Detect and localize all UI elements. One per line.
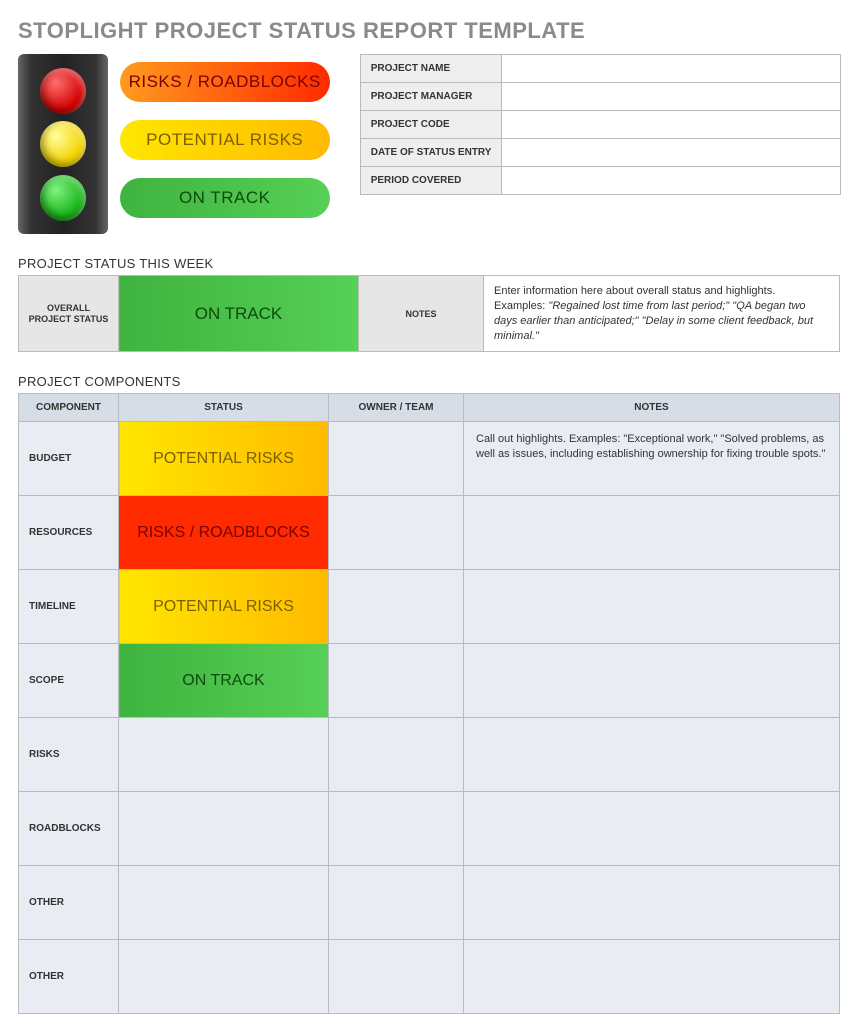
- stoplight-green-light: [40, 175, 86, 221]
- stoplight-icon: [18, 54, 108, 234]
- component-status[interactable]: [119, 940, 329, 1014]
- component-owner[interactable]: [329, 644, 464, 718]
- components-table: COMPONENT STATUS OWNER / TEAM NOTES BUDG…: [18, 393, 840, 1014]
- component-name: SCOPE: [19, 644, 119, 718]
- component-owner[interactable]: [329, 792, 464, 866]
- section-title-components: PROJECT COMPONENTS: [18, 374, 841, 389]
- notes-label: NOTES: [359, 276, 484, 352]
- component-owner[interactable]: [329, 422, 464, 496]
- legend: RISKS / ROADBLOCKS POTENTIAL RISKS ON TR…: [120, 54, 330, 218]
- component-status[interactable]: POTENTIAL RISKS: [119, 570, 329, 644]
- component-name: TIMELINE: [19, 570, 119, 644]
- col-notes: NOTES: [464, 394, 840, 422]
- overall-status-cell[interactable]: ON TRACK: [119, 276, 359, 352]
- page-title: STOPLIGHT PROJECT STATUS REPORT TEMPLATE: [18, 18, 841, 44]
- component-status[interactable]: [119, 792, 329, 866]
- component-owner[interactable]: [329, 718, 464, 792]
- col-component: COMPONENT: [19, 394, 119, 422]
- component-name: ROADBLOCKS: [19, 792, 119, 866]
- info-label: PROJECT CODE: [360, 111, 502, 139]
- component-status[interactable]: ON TRACK: [119, 644, 329, 718]
- info-value[interactable]: [502, 139, 841, 167]
- info-value[interactable]: [502, 111, 841, 139]
- component-status[interactable]: [119, 718, 329, 792]
- component-notes[interactable]: [464, 940, 840, 1014]
- info-label: PERIOD COVERED: [360, 167, 502, 195]
- component-notes[interactable]: [464, 496, 840, 570]
- component-status[interactable]: POTENTIAL RISKS: [119, 422, 329, 496]
- component-notes[interactable]: [464, 792, 840, 866]
- component-notes[interactable]: [464, 644, 840, 718]
- overall-notes-cell[interactable]: Enter information here about overall sta…: [484, 276, 840, 352]
- info-label: DATE OF STATUS ENTRY: [360, 139, 502, 167]
- component-owner[interactable]: [329, 496, 464, 570]
- component-notes[interactable]: [464, 866, 840, 940]
- component-name: OTHER: [19, 866, 119, 940]
- col-status: STATUS: [119, 394, 329, 422]
- component-name: RESOURCES: [19, 496, 119, 570]
- component-notes[interactable]: [464, 718, 840, 792]
- component-name: OTHER: [19, 940, 119, 1014]
- legend-green: ON TRACK: [120, 178, 330, 218]
- component-status[interactable]: [119, 866, 329, 940]
- info-label: PROJECT NAME: [360, 55, 502, 83]
- stoplight-yellow-light: [40, 121, 86, 167]
- col-owner: OWNER / TEAM: [329, 394, 464, 422]
- component-status[interactable]: RISKS / ROADBLOCKS: [119, 496, 329, 570]
- component-notes[interactable]: Call out highlights. Examples: "Exceptio…: [464, 422, 840, 496]
- legend-red: RISKS / ROADBLOCKS: [120, 62, 330, 102]
- info-value[interactable]: [502, 83, 841, 111]
- info-value[interactable]: [502, 167, 841, 195]
- component-name: BUDGET: [19, 422, 119, 496]
- overall-status-label: OVERALL PROJECT STATUS: [19, 276, 119, 352]
- component-name: RISKS: [19, 718, 119, 792]
- stoplight-red-light: [40, 68, 86, 114]
- component-owner[interactable]: [329, 940, 464, 1014]
- component-owner[interactable]: [329, 866, 464, 940]
- header-area: RISKS / ROADBLOCKS POTENTIAL RISKS ON TR…: [18, 54, 841, 234]
- component-owner[interactable]: [329, 570, 464, 644]
- legend-yellow: POTENTIAL RISKS: [120, 120, 330, 160]
- week-status-table: OVERALL PROJECT STATUS ON TRACK NOTES En…: [18, 275, 840, 352]
- project-info-table: PROJECT NAMEPROJECT MANAGERPROJECT CODED…: [360, 54, 841, 195]
- component-notes[interactable]: [464, 570, 840, 644]
- info-label: PROJECT MANAGER: [360, 83, 502, 111]
- section-title-week: PROJECT STATUS THIS WEEK: [18, 256, 841, 271]
- info-value[interactable]: [502, 55, 841, 83]
